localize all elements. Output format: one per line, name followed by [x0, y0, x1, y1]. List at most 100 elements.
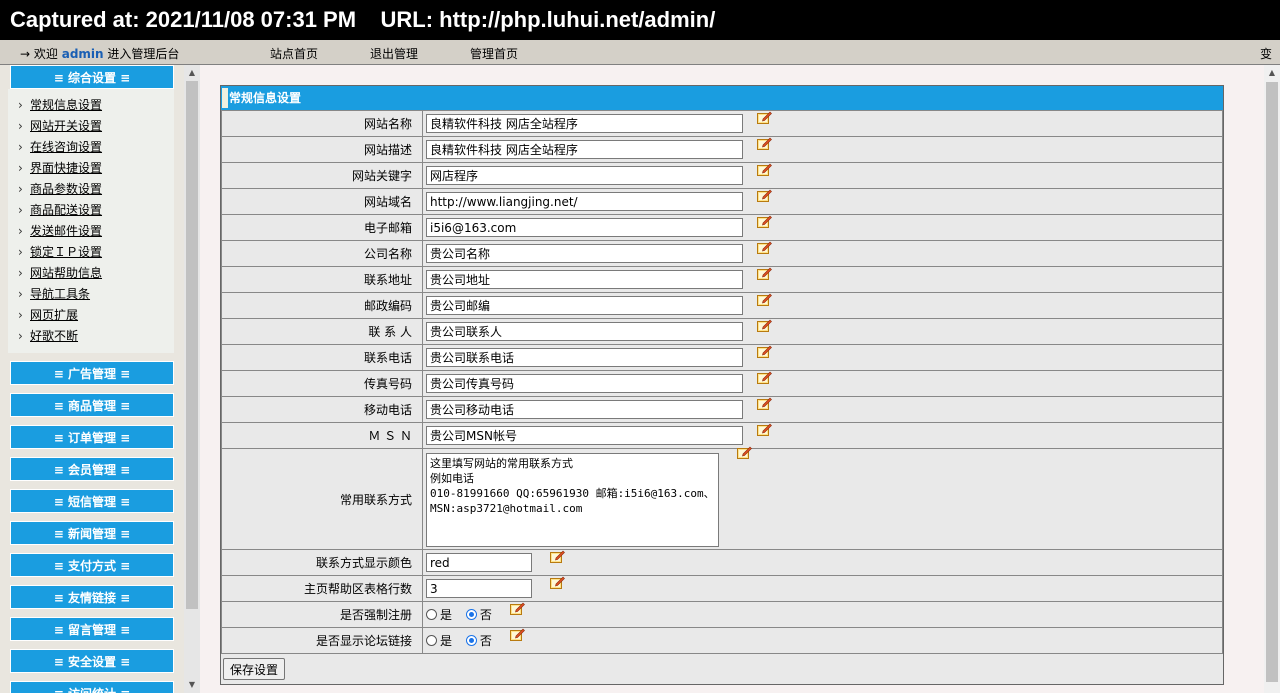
form-row-help-rows: 主页帮助区表格行数 — [221, 575, 1223, 602]
edit-note-icon[interactable] — [509, 628, 525, 641]
form-row: 传真号码 — [221, 370, 1223, 397]
field-input[interactable] — [426, 400, 743, 419]
edit-note-icon[interactable] — [757, 345, 772, 358]
edit-note-icon[interactable] — [757, 293, 772, 306]
menu-section-stats[interactable]: ≡ 访问统计 ≡ — [10, 681, 174, 693]
username: admin — [61, 47, 104, 61]
edit-note-icon[interactable] — [757, 137, 772, 150]
field-input[interactable] — [426, 296, 743, 315]
radio-label: 是 — [440, 608, 453, 622]
submenu-item[interactable]: 界面快捷设置 — [8, 158, 174, 179]
contact-textarea[interactable]: 这里填写网站的常用联系方式 例如电话 010-81991660 QQ:65961… — [426, 453, 719, 547]
form-row: 联 系 人 — [221, 318, 1223, 345]
menu-section-links[interactable]: ≡ 友情链接 ≡ — [10, 585, 174, 609]
submenu-item[interactable]: 好歌不断 — [8, 326, 174, 347]
edit-note-icon[interactable] — [757, 397, 772, 410]
edit-note-icon[interactable] — [757, 163, 772, 176]
edit-note-icon[interactable] — [757, 371, 772, 384]
submenu-item[interactable]: 在线咨询设置 — [8, 137, 174, 158]
submenu-item[interactable]: 锁定ＩＰ设置 — [8, 242, 174, 263]
main-scroll-thumb[interactable] — [1266, 82, 1278, 682]
menu-section-orders[interactable]: ≡ 订单管理 ≡ — [10, 425, 174, 449]
submenu-item[interactable]: 网站帮助信息 — [8, 263, 174, 284]
menu-section-payment[interactable]: ≡ 支付方式 ≡ — [10, 553, 174, 577]
top-right-glyph: 变 — [1259, 47, 1272, 61]
nav-link-site-home[interactable]: 站点首页 — [270, 45, 318, 62]
menu-section-news[interactable]: ≡ 新闻管理 ≡ — [10, 521, 174, 545]
field-input[interactable] — [426, 140, 743, 159]
field-input[interactable] — [426, 348, 743, 367]
field-label: 传真号码 — [221, 370, 423, 397]
edit-note-icon[interactable] — [736, 446, 752, 459]
field-input[interactable] — [426, 192, 743, 211]
edit-note-icon[interactable] — [509, 602, 525, 615]
left-scroll-thumb[interactable] — [186, 81, 198, 609]
edit-note-icon[interactable] — [757, 241, 772, 254]
field-input[interactable] — [426, 374, 743, 393]
scroll-down-icon[interactable]: ▼ — [184, 677, 200, 693]
nav-link-admin-home[interactable]: 管理首页 — [470, 45, 518, 62]
welcome-message: → 欢迎 admin 进入管理后台 — [20, 45, 179, 62]
edit-note-icon[interactable] — [757, 267, 772, 280]
submenu-item[interactable]: 网站开关设置 — [8, 116, 174, 137]
submenu-item[interactable]: 网页扩展 — [8, 305, 174, 326]
submenu-item[interactable]: 商品参数设置 — [8, 179, 174, 200]
form-row: 邮政编码 — [221, 292, 1223, 319]
scroll-up-icon[interactable]: ▲ — [1264, 65, 1280, 81]
edit-note-icon[interactable] — [757, 215, 772, 228]
menu-section-members[interactable]: ≡ 会员管理 ≡ — [10, 457, 174, 481]
menu-section-ads[interactable]: ≡ 广告管理 ≡ — [10, 361, 174, 385]
form-title-text: 常规信息设置 — [229, 91, 302, 105]
form-row-contact: 常用联系方式 这里填写网站的常用联系方式 例如电话 010-81991660 Q… — [221, 446, 1223, 550]
menu-section-sms[interactable]: ≡ 短信管理 ≡ — [10, 489, 174, 513]
edit-note-icon[interactable] — [549, 576, 565, 589]
field-label: 主页帮助区表格行数 — [221, 575, 423, 602]
color-input[interactable] — [426, 553, 532, 572]
menu-section-products[interactable]: ≡ 商品管理 ≡ — [10, 393, 174, 417]
edit-note-icon[interactable] — [549, 550, 565, 563]
field-label: 移动电话 — [221, 396, 423, 423]
field-input[interactable] — [426, 322, 743, 341]
field-input[interactable] — [426, 426, 743, 445]
form-row: 网站描述 — [221, 136, 1223, 163]
field-input[interactable] — [426, 270, 743, 289]
help-rows-input[interactable] — [426, 579, 532, 598]
menu-section-security[interactable]: ≡ 安全设置 ≡ — [10, 649, 174, 673]
title-marker — [222, 88, 228, 108]
radio-force-no[interactable] — [465, 609, 477, 620]
form-row: 网站名称 — [221, 110, 1223, 137]
submenu-item[interactable]: 导航工具条 — [8, 284, 174, 305]
save-settings-button[interactable]: 保存设置 — [223, 658, 286, 680]
submenu-item[interactable]: 常规信息设置 — [8, 95, 174, 116]
main-content-frame: 常规信息设置 网站名称网站描述网站关键字网站域名电子邮箱公司名称联系地址邮政编码… — [200, 65, 1264, 693]
edit-note-icon[interactable] — [757, 111, 772, 124]
left-menu: ≡ 综合设置 ≡ 常规信息设置 网站开关设置 在线咨询设置 界面快捷设置 商品参… — [8, 65, 176, 693]
form-row: 网站关键字 — [221, 162, 1223, 189]
field-input[interactable] — [426, 114, 743, 133]
radio-label: 否 — [479, 634, 492, 648]
menu-section-messages[interactable]: ≡ 留言管理 ≡ — [10, 617, 174, 641]
field-input[interactable] — [426, 166, 743, 185]
nav-link-logout[interactable]: 退出管理 — [370, 45, 418, 62]
settings-table: 网站名称网站描述网站关键字网站域名电子邮箱公司名称联系地址邮政编码联 系 人联系… — [221, 110, 1223, 654]
edit-note-icon[interactable] — [757, 189, 772, 202]
field-label: 网站描述 — [221, 136, 423, 163]
left-scrollbar[interactable]: ▲ ▼ — [184, 65, 200, 693]
radio-forum-yes[interactable] — [426, 635, 437, 646]
submenu-item[interactable]: 商品配送设置 — [8, 200, 174, 221]
main-scrollbar[interactable]: ▲ — [1264, 65, 1280, 693]
radio-force-yes[interactable] — [426, 609, 437, 620]
arrow-icon: → — [20, 47, 31, 61]
edit-note-icon[interactable] — [757, 423, 772, 436]
edit-note-icon[interactable] — [757, 319, 772, 332]
field-label: 联系地址 — [221, 266, 423, 293]
scroll-up-icon[interactable]: ▲ — [184, 65, 200, 81]
field-input[interactable] — [426, 244, 743, 263]
settings-form: 常规信息设置 网站名称网站描述网站关键字网站域名电子邮箱公司名称联系地址邮政编码… — [220, 85, 1224, 685]
radio-forum-no[interactable] — [465, 635, 477, 646]
field-input[interactable] — [426, 218, 743, 237]
radio-label: 是 — [440, 634, 453, 648]
menu-section-general[interactable]: ≡ 综合设置 ≡ — [10, 65, 174, 89]
field-label: 公司名称 — [221, 240, 423, 267]
submenu-item[interactable]: 发送邮件设置 — [8, 221, 174, 242]
